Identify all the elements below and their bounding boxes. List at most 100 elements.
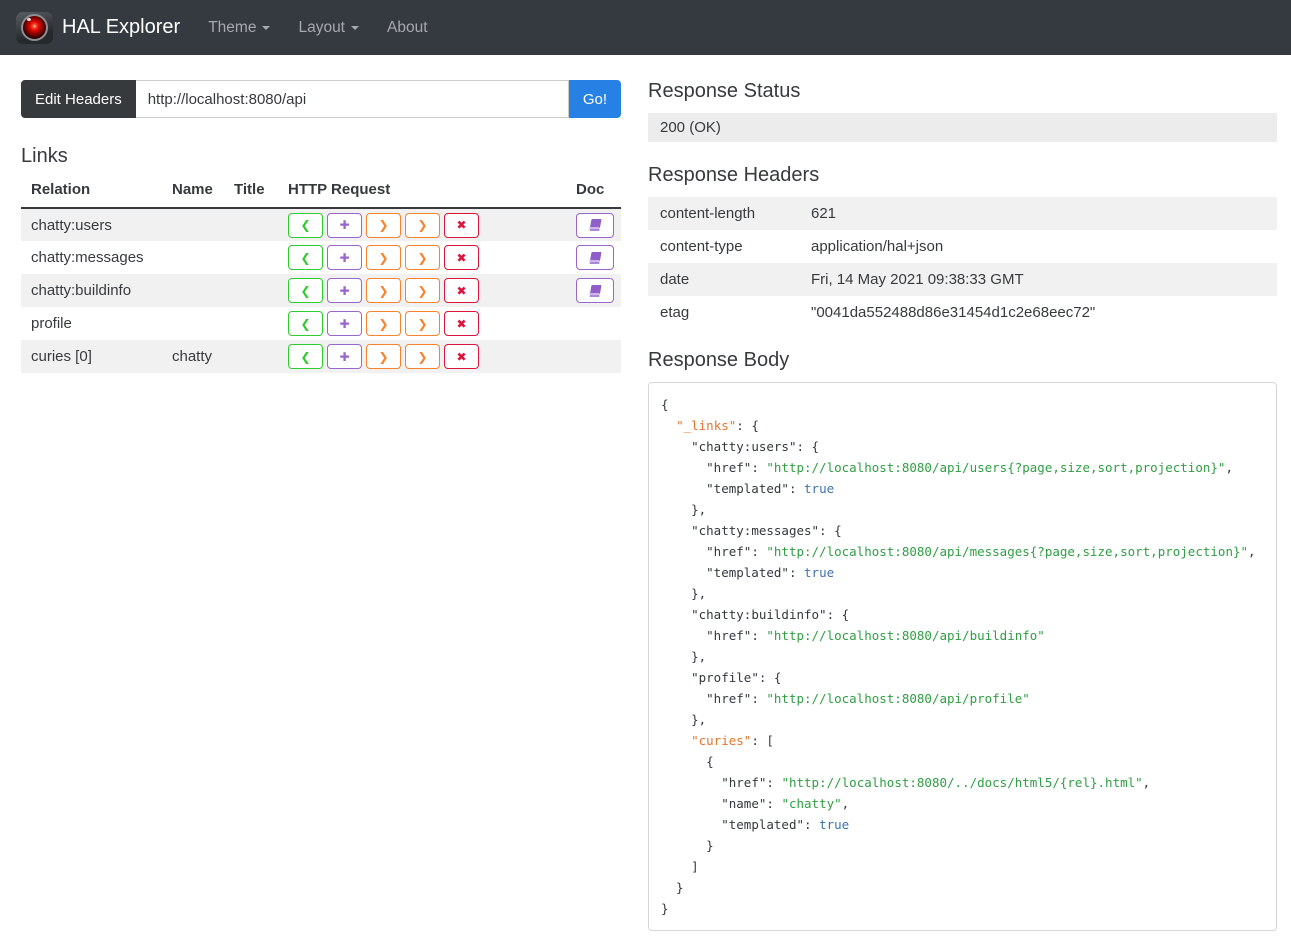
- header-value-cell: "0041da552488d86e31454d1c2e68eec72": [811, 304, 1096, 321]
- get-request-button[interactable]: ❮: [288, 344, 323, 369]
- code-line: "templated": true: [721, 817, 850, 832]
- title-cell: [234, 241, 288, 274]
- get-request-button[interactable]: ❮: [288, 245, 323, 270]
- name-cell: [172, 241, 234, 274]
- post-request-button[interactable]: ✚: [327, 278, 362, 303]
- go-button[interactable]: Go!: [568, 80, 621, 118]
- column-header-http-request: HTTP Request: [288, 177, 576, 209]
- brand-link[interactable]: HAL Explorer: [16, 11, 180, 44]
- post-icon: ✚: [339, 218, 350, 232]
- chevron-down-icon: [351, 25, 359, 30]
- patch-request-button[interactable]: ❯: [405, 311, 440, 336]
- code-line: ]: [661, 859, 699, 874]
- url-input[interactable]: [135, 80, 569, 118]
- response-status-value: 200 (OK): [648, 113, 1277, 142]
- patch-icon: ❯: [417, 250, 428, 265]
- relation-cell: profile: [31, 315, 72, 332]
- post-icon: ✚: [339, 316, 350, 331]
- http-request-cell: ❮ ✚ ❯ ❯ ✖: [288, 208, 576, 241]
- left-column: Edit Headers Go! Links Relation Name Tit…: [21, 80, 621, 931]
- get-icon: ❮: [300, 218, 311, 232]
- post-request-button[interactable]: ✚: [327, 212, 362, 238]
- relation-cell: chatty:messages: [31, 249, 144, 266]
- get-request-button[interactable]: ❮: [288, 311, 323, 336]
- post-request-button[interactable]: ✚: [327, 245, 362, 270]
- response-header-row: content-length 621: [648, 197, 1277, 230]
- book-icon: [588, 251, 601, 264]
- doc-cell: [576, 208, 621, 241]
- delete-request-button[interactable]: ✖: [444, 311, 479, 336]
- delete-request-button[interactable]: ✖: [444, 344, 479, 369]
- edit-headers-button[interactable]: Edit Headers: [21, 80, 136, 118]
- request-bar: Edit Headers Go!: [21, 80, 621, 118]
- title-cell: [234, 208, 288, 241]
- code-line: "_links": {: [676, 418, 759, 433]
- name-cell: chatty: [172, 348, 213, 365]
- nav-item-label: About: [387, 18, 428, 36]
- doc-cell: [576, 274, 621, 307]
- response-headers-table: content-length 621 content-type application…: [648, 197, 1277, 329]
- hal-red-eye-icon: [21, 14, 48, 41]
- nav-item-theme[interactable]: Theme: [194, 19, 284, 37]
- http-request-cell: ❮ ✚ ❯ ❯ ✖: [288, 274, 576, 307]
- code-line: "href": "http://localhost:8080/api/profi…: [706, 691, 1030, 706]
- relation-cell: chatty:users: [31, 216, 112, 234]
- title-cell: [234, 274, 288, 307]
- delete-request-button[interactable]: ✖: [444, 245, 479, 270]
- delete-request-button[interactable]: ✖: [444, 212, 479, 238]
- code-line: "profile": {: [691, 670, 782, 685]
- patch-request-button[interactable]: ❯: [405, 212, 440, 238]
- put-request-button[interactable]: ❯: [366, 311, 401, 336]
- code-line: "curies": [: [691, 733, 774, 748]
- put-icon: ❯: [378, 283, 389, 298]
- response-headers-title: Response Headers: [648, 164, 820, 186]
- get-request-button[interactable]: ❮: [288, 278, 323, 303]
- navbar: HAL Explorer Theme Layout About: [0, 0, 1291, 55]
- response-header-row: content-type application/hal+json: [648, 230, 1277, 263]
- patch-request-button[interactable]: ❯: [405, 245, 440, 270]
- doc-button[interactable]: [576, 245, 614, 270]
- patch-icon: ❯: [417, 218, 428, 232]
- delete-icon: ✖: [456, 250, 467, 265]
- delete-icon: ✖: [456, 218, 467, 232]
- delete-request-button[interactable]: ✖: [444, 278, 479, 303]
- patch-request-button[interactable]: ❯: [405, 278, 440, 303]
- code-line: },: [661, 502, 707, 517]
- post-request-button[interactable]: ✚: [327, 344, 362, 369]
- code-line: }: [661, 901, 669, 916]
- code-line: "href": "http://localhost:8080/api/build…: [706, 628, 1045, 643]
- post-icon: ✚: [339, 349, 350, 364]
- patch-icon: ❯: [417, 316, 428, 331]
- links-table: Relation Name Title HTTP Request Doc cha…: [21, 177, 621, 373]
- put-icon: ❯: [378, 316, 389, 331]
- doc-button[interactable]: [576, 278, 614, 303]
- link-row: profile ❮ ✚ ❯ ❯ ✖: [21, 307, 621, 340]
- nav-item-about[interactable]: About: [373, 19, 442, 37]
- code-line: "href": "http://localhost:8080/api/users…: [706, 460, 1233, 475]
- header-name-cell: content-length: [660, 205, 756, 222]
- patch-request-button[interactable]: ❯: [405, 344, 440, 369]
- code-line: "name": "chatty",: [721, 796, 850, 811]
- link-row: chatty:users ❮ ✚ ❯ ❯ ✖: [21, 208, 621, 241]
- chevron-down-icon: [262, 25, 271, 30]
- get-icon: ❮: [300, 349, 311, 364]
- put-request-button[interactable]: ❯: [366, 245, 401, 270]
- post-request-button[interactable]: ✚: [327, 311, 362, 336]
- doc-button[interactable]: [576, 212, 614, 238]
- http-request-cell: ❮ ✚ ❯ ❯ ✖: [288, 307, 576, 340]
- code-line: }: [661, 838, 714, 853]
- put-request-button[interactable]: ❯: [366, 278, 401, 303]
- get-request-button[interactable]: ❮: [288, 212, 323, 238]
- put-request-button[interactable]: ❯: [366, 344, 401, 369]
- response-body-code: { "_links": { "chatty:users": { "href": …: [648, 382, 1277, 931]
- doc-cell: [576, 241, 621, 274]
- put-request-button[interactable]: ❯: [366, 212, 401, 238]
- nav-item-layout[interactable]: Layout: [284, 19, 373, 37]
- code-line: }: [661, 880, 684, 895]
- links-section-title: Links: [21, 145, 68, 167]
- response-body-title: Response Body: [648, 349, 790, 371]
- response-status-title: Response Status: [648, 80, 801, 102]
- code-line: "templated": true: [706, 565, 835, 580]
- put-icon: ❯: [378, 218, 389, 232]
- relation-cell: curies [0]: [31, 348, 92, 365]
